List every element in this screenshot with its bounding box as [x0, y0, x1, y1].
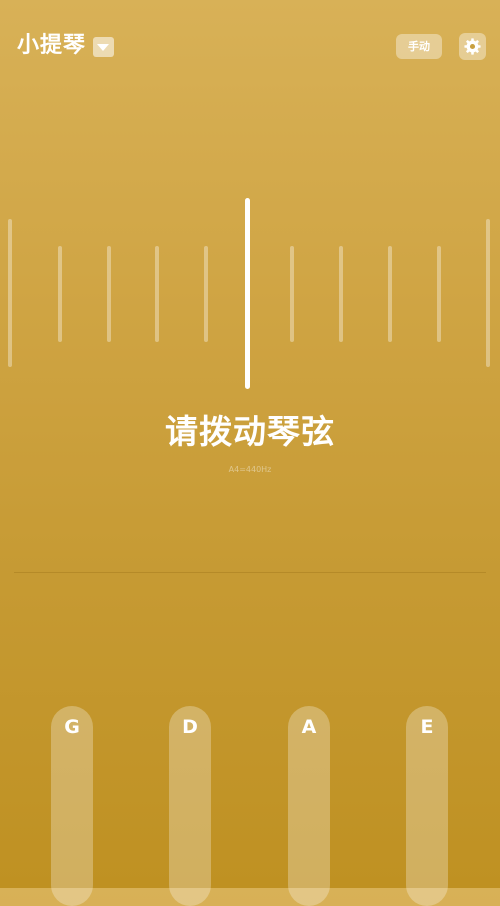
- manual-mode-button[interactable]: 手动: [396, 34, 442, 59]
- tuning-needle: [245, 198, 250, 389]
- instrument-title[interactable]: 小提琴: [17, 31, 86, 61]
- chevron-down-icon[interactable]: [93, 37, 114, 57]
- tick-mark: [486, 219, 490, 367]
- string-button-g[interactable]: G: [51, 706, 93, 906]
- string-note-label: E: [420, 716, 434, 738]
- reference-pitch: A4=440Hz: [228, 465, 272, 474]
- tick-mark: [8, 219, 12, 367]
- tick-mark: [107, 246, 111, 342]
- settings-button[interactable]: [459, 33, 486, 60]
- string-button-d[interactable]: D: [169, 706, 211, 906]
- tick-mark: [290, 246, 294, 342]
- string-note-label: A: [301, 716, 317, 738]
- header: 小提琴 手动: [0, 0, 500, 92]
- tuning-meter: [0, 190, 500, 400]
- string-note-label: G: [64, 716, 80, 738]
- divider: [14, 572, 486, 573]
- string-note-label: D: [182, 716, 198, 738]
- tick-mark: [58, 246, 62, 342]
- string-button-a[interactable]: A: [288, 706, 330, 906]
- tick-mark: [204, 246, 208, 342]
- tuning-status: 请拨动琴弦: [165, 412, 335, 451]
- settings-icon: [464, 38, 481, 55]
- string-button-e[interactable]: E: [406, 706, 448, 906]
- tick-mark: [155, 246, 159, 342]
- tick-mark: [339, 246, 343, 342]
- tick-mark: [437, 246, 441, 342]
- tick-mark: [388, 246, 392, 342]
